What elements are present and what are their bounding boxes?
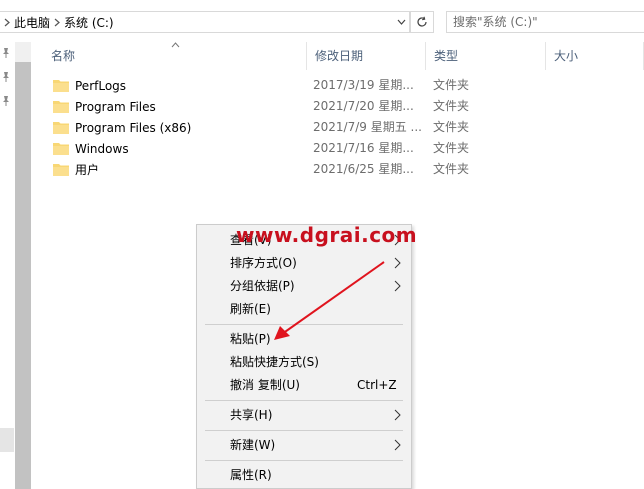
- breadcrumb-chevron-icon[interactable]: [54, 18, 60, 27]
- column-date[interactable]: 修改日期: [307, 42, 425, 70]
- nav-scrollbar[interactable]: [15, 42, 31, 489]
- file-type: 文件夹: [433, 120, 470, 134]
- menu-item-label: 新建(W): [230, 438, 276, 452]
- file-date: 2021/6/25 星期...: [313, 162, 414, 176]
- file-row[interactable]: PerfLogs 2017/3/19 星期... 文件夹: [31, 75, 644, 96]
- column-header: 名称 修改日期 类型 大小: [31, 42, 644, 70]
- folder-icon: [53, 101, 69, 113]
- menu-item-label: 共享(H): [230, 408, 273, 422]
- folder-icon: [53, 80, 69, 92]
- nav-scrollbar-thumb[interactable]: [15, 62, 31, 489]
- folder-icon: [53, 143, 69, 155]
- pin-icon[interactable]: [1, 71, 11, 86]
- column-type[interactable]: 类型: [426, 42, 544, 70]
- menu-item-properties[interactable]: 属性(R): [197, 464, 411, 486]
- address-bar[interactable]: 此电脑 系统 (C:): [0, 11, 410, 33]
- file-date: 2021/7/9 星期五 ...: [313, 120, 422, 134]
- breadcrumb-this-pc[interactable]: 此电脑: [14, 14, 50, 31]
- refresh-button[interactable]: [410, 11, 434, 33]
- pin-icon[interactable]: [1, 95, 11, 110]
- navigation-pane: [0, 42, 14, 489]
- file-date: 2021/7/20 星期...: [313, 99, 414, 113]
- breadcrumb-chevron-icon[interactable]: [4, 18, 10, 27]
- annotation-arrow-icon: [274, 261, 385, 340]
- menu-item-label: 属性(R): [230, 468, 272, 482]
- file-name: PerfLogs: [75, 78, 127, 93]
- menu-separator: [205, 460, 403, 461]
- file-row[interactable]: Program Files (x86) 2021/7/9 星期五 ... 文件夹: [31, 117, 644, 138]
- search-input[interactable]: [453, 15, 623, 29]
- file-explorer-window: 此电脑 系统 (C:) 搜索"系统 (C:)" 名称 修改日期 类型 大小 Pe…: [0, 0, 644, 489]
- pin-icon[interactable]: [1, 47, 11, 62]
- menu-separator: [205, 430, 403, 431]
- file-date: 2021/7/16 星期...: [313, 141, 414, 155]
- file-row[interactable]: Program Files 2021/7/20 星期... 文件夹: [31, 96, 644, 117]
- menu-item-new[interactable]: 新建(W): [197, 434, 411, 456]
- column-size[interactable]: 大小: [546, 42, 644, 70]
- file-type: 文件夹: [433, 162, 470, 176]
- address-row: 此电脑 系统 (C:): [0, 0, 644, 42]
- file-name: Windows: [75, 141, 129, 156]
- file-name: Program Files: [75, 99, 156, 114]
- file-type: 文件夹: [433, 141, 470, 155]
- file-row[interactable]: Windows 2021/7/16 星期... 文件夹: [31, 138, 644, 159]
- menu-item-shortcut: Ctrl+Z: [357, 378, 397, 392]
- file-type: 文件夹: [433, 78, 470, 92]
- menu-separator: [205, 400, 403, 401]
- file-date: 2017/3/19 星期...: [313, 78, 414, 92]
- folder-icon: [53, 164, 69, 176]
- search-box[interactable]: [446, 11, 644, 33]
- menu-item-paste-shortcut[interactable]: 粘贴快捷方式(S): [197, 351, 411, 373]
- chevron-right-icon: [394, 439, 401, 451]
- column-name[interactable]: 名称: [43, 42, 305, 70]
- menu-item-share[interactable]: 共享(H): [197, 404, 411, 426]
- file-name: 用户: [75, 163, 100, 177]
- watermark: www.dgrai.com: [236, 223, 418, 247]
- nav-selected-item[interactable]: [0, 428, 14, 452]
- address-dropdown-chevron-down-icon[interactable]: [393, 12, 409, 32]
- chevron-right-icon: [394, 409, 401, 421]
- folder-icon: [53, 122, 69, 134]
- menu-item-label: 粘贴快捷方式(S): [230, 355, 319, 369]
- file-type: 文件夹: [433, 99, 470, 113]
- menu-item-undo-copy[interactable]: 撤消 复制(U) Ctrl+Z: [197, 374, 411, 396]
- breadcrumb-system-drive[interactable]: 系统 (C:): [64, 14, 114, 31]
- refresh-icon: [417, 16, 427, 27]
- file-name: Program Files (x86): [75, 120, 192, 135]
- file-row[interactable]: 用户 2021/6/25 星期... 文件夹: [31, 159, 644, 180]
- menu-item-label: 撤消 复制(U): [230, 378, 300, 392]
